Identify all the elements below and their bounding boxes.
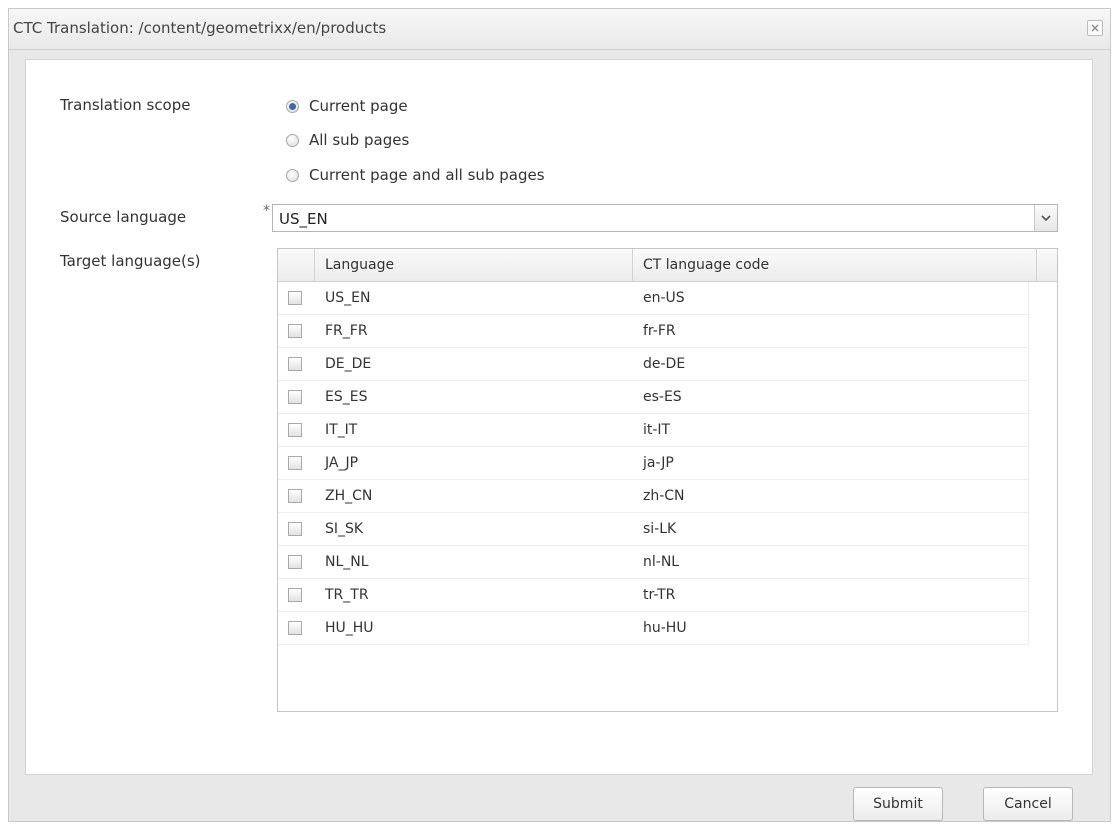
- close-button[interactable]: [1087, 20, 1103, 36]
- table-row[interactable]: SI_SK si-LK: [278, 513, 1029, 546]
- source-language-select[interactable]: US_EN: [272, 204, 1058, 232]
- source-language-label: Source language: [60, 208, 187, 226]
- language-cell: ZH_CN: [325, 488, 373, 504]
- chevron-down-icon: [1041, 215, 1051, 221]
- table-row[interactable]: ZH_CN zh-CN: [278, 480, 1029, 513]
- close-icon: [1091, 24, 1099, 32]
- table-row[interactable]: JA_JP ja-JP: [278, 447, 1029, 480]
- table-row[interactable]: IT_IT it-IT: [278, 414, 1029, 447]
- table-row[interactable]: HU_HU hu-HU: [278, 612, 1029, 645]
- language-code-cell: zh-CN: [643, 488, 685, 504]
- language-code-cell: fr-FR: [643, 323, 676, 339]
- radio-label-current-page: Current page: [309, 97, 408, 115]
- row-checkbox[interactable]: [288, 423, 302, 437]
- language-code-cell: tr-TR: [643, 587, 676, 603]
- table-row[interactable]: US_EN en-US: [278, 282, 1029, 315]
- form-panel: Translation scope Current page All sub p…: [25, 59, 1093, 775]
- header-ct-language-code[interactable]: CT language code: [633, 249, 1037, 281]
- row-checkbox[interactable]: [288, 555, 302, 569]
- scope-option-current-and-sub-pages[interactable]: Current page and all sub pages: [286, 165, 545, 185]
- row-checkbox[interactable]: [288, 390, 302, 404]
- language-cell: DE_DE: [325, 356, 372, 372]
- language-cell: JA_JP: [325, 455, 359, 471]
- target-languages-label: Target language(s): [60, 252, 201, 270]
- radio-current-and-sub-pages[interactable]: [286, 168, 299, 182]
- radio-label-all-sub-pages: All sub pages: [309, 131, 410, 149]
- row-checkbox[interactable]: [288, 324, 302, 338]
- grid-header: Language CT language code: [278, 249, 1057, 282]
- language-code-cell: nl-NL: [643, 554, 680, 570]
- header-language[interactable]: Language: [315, 249, 633, 281]
- row-checkbox[interactable]: [288, 621, 302, 635]
- dialog-title: CTC Translation: /content/geometrixx/en/…: [13, 19, 387, 37]
- row-checkbox[interactable]: [288, 291, 302, 305]
- language-code-cell: it-IT: [643, 422, 671, 438]
- language-code-cell: es-ES: [643, 389, 682, 405]
- submit-button[interactable]: Submit: [853, 787, 943, 821]
- language-cell: US_EN: [325, 290, 371, 306]
- table-row[interactable]: FR_FR fr-FR: [278, 315, 1029, 348]
- row-checkbox[interactable]: [288, 522, 302, 536]
- header-scroll-spacer: [1037, 249, 1057, 281]
- radio-label-current-and-sub-pages: Current page and all sub pages: [309, 166, 545, 184]
- table-row[interactable]: NL_NL nl-NL: [278, 546, 1029, 579]
- language-cell: TR_TR: [325, 587, 369, 603]
- language-code-cell: en-US: [643, 290, 685, 306]
- source-language-value: US_EN: [279, 210, 328, 228]
- row-checkbox[interactable]: [288, 489, 302, 503]
- translation-dialog: CTC Translation: /content/geometrixx/en/…: [8, 8, 1111, 822]
- language-code-cell: si-LK: [643, 521, 677, 537]
- row-checkbox[interactable]: [288, 588, 302, 602]
- target-languages-grid: Language CT language code US_EN en-US FR_F…: [277, 248, 1058, 712]
- language-cell: IT_IT: [325, 422, 358, 438]
- radio-all-sub-pages[interactable]: [286, 133, 299, 147]
- source-language-dropdown-button[interactable]: [1034, 205, 1057, 231]
- language-cell: SI_SK: [325, 521, 364, 537]
- table-row[interactable]: ES_ES es-ES: [278, 381, 1029, 414]
- scope-option-all-sub-pages[interactable]: All sub pages: [286, 130, 409, 150]
- language-cell: NL_NL: [325, 554, 369, 570]
- required-marker: *: [263, 203, 270, 219]
- row-checkbox[interactable]: [288, 456, 302, 470]
- table-row[interactable]: TR_TR tr-TR: [278, 579, 1029, 612]
- scope-option-current-page[interactable]: Current page: [286, 96, 408, 116]
- cancel-button[interactable]: Cancel: [983, 787, 1073, 821]
- dialog-titlebar[interactable]: CTC Translation: /content/geometrixx/en/…: [9, 9, 1110, 50]
- table-row[interactable]: DE_DE de-DE: [278, 348, 1029, 381]
- language-code-cell: ja-JP: [643, 455, 674, 471]
- language-code-cell: de-DE: [643, 356, 686, 372]
- language-cell: ES_ES: [325, 389, 368, 405]
- language-code-cell: hu-HU: [643, 620, 687, 636]
- translation-scope-label: Translation scope: [60, 96, 191, 114]
- header-checkbox-column[interactable]: [278, 249, 315, 281]
- language-cell: FR_FR: [325, 323, 368, 339]
- row-checkbox[interactable]: [288, 357, 302, 371]
- language-cell: HU_HU: [325, 620, 374, 636]
- radio-current-page[interactable]: [286, 99, 299, 113]
